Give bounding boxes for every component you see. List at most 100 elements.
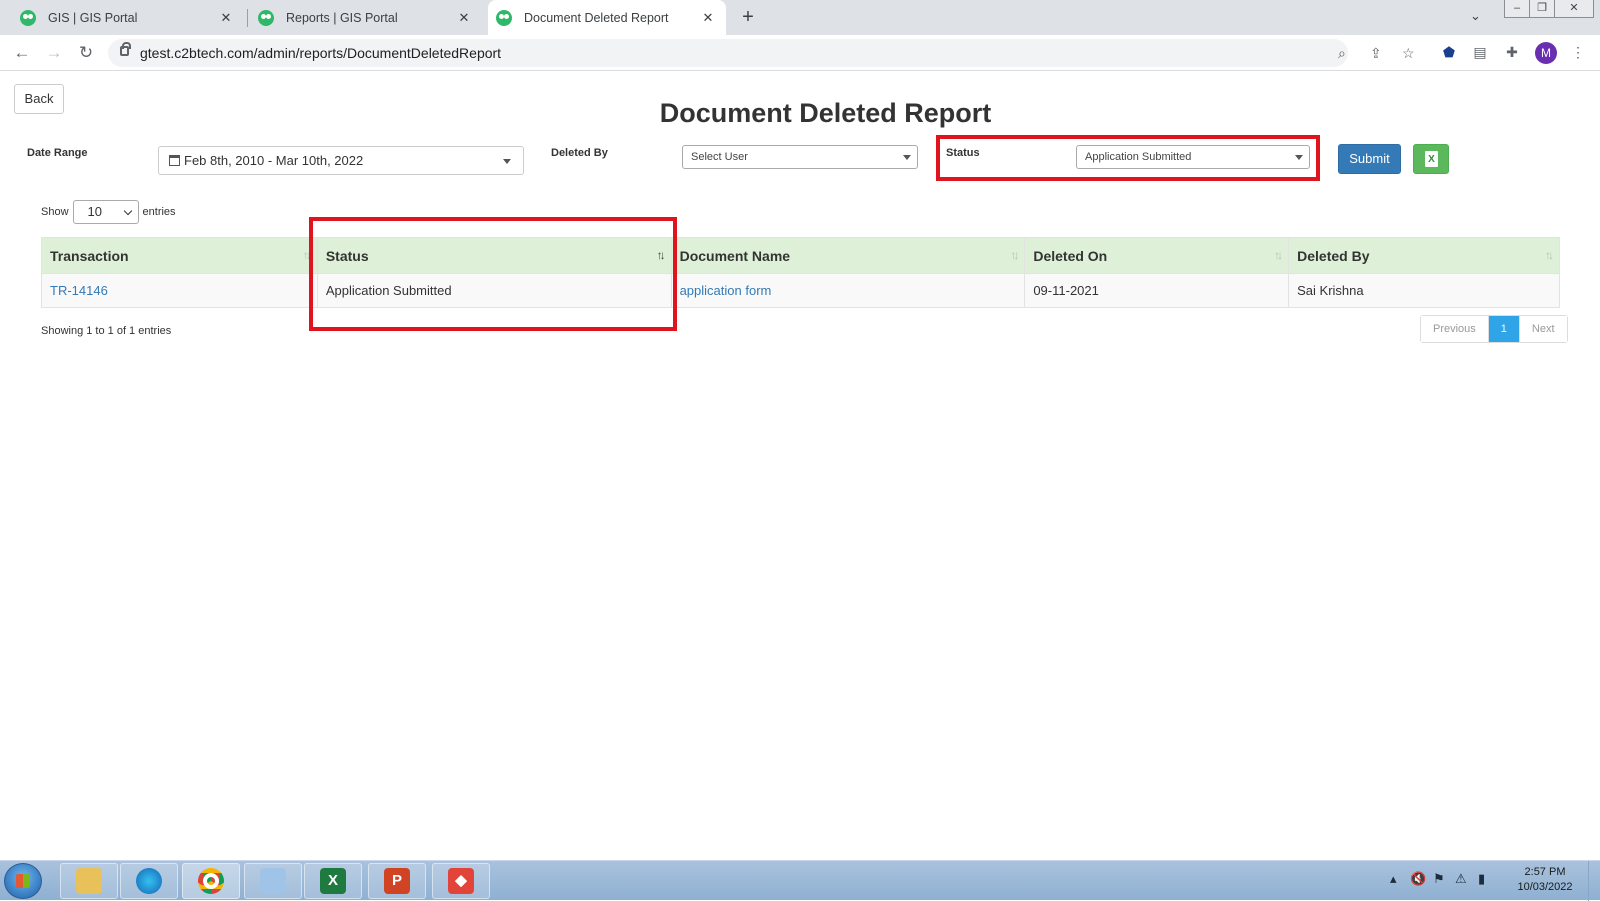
page-1-button[interactable]: 1 <box>1488 316 1519 342</box>
tab-reports[interactable]: Reports | GIS Portal ✕ <box>250 0 482 35</box>
table-info: Showing 1 to 1 of 1 entries <box>41 325 172 337</box>
clipboard-extension-icon[interactable]: ▤ <box>1468 40 1492 64</box>
system-clock[interactable]: 2:57 PM 10/03/2022 <box>1505 865 1585 895</box>
taskbar-edge[interactable] <box>120 863 178 899</box>
date-range-picker[interactable]: Feb 8th, 2010 - Mar 10th, 2022 <box>158 146 524 175</box>
document-link[interactable]: application form <box>680 283 772 298</box>
tab-title: Document Deleted Report <box>524 10 669 25</box>
tray-expand-icon[interactable]: ▴ <box>1390 871 1397 887</box>
file-explorer-icon <box>76 868 102 894</box>
taskbar-excel[interactable]: X <box>304 863 362 899</box>
reload-icon[interactable]: ↻ <box>74 41 98 65</box>
bookmark-star-icon[interactable]: ☆ <box>1402 45 1415 62</box>
page-title: Document Deleted Report <box>659 98 992 128</box>
caret-down-icon <box>903 155 911 160</box>
network-warning-icon[interactable]: ⚠ <box>1455 871 1467 887</box>
volume-muted-icon[interactable]: 🔇 <box>1410 871 1426 887</box>
sort-icon: ↑↓ <box>1545 248 1554 262</box>
forward-arrow-icon[interactable]: → <box>42 41 66 65</box>
status-select-value: Application Submitted <box>1085 151 1192 163</box>
deleted-documents-table: Transaction ↑↓ Status ↑↓ Document Name ↑↓ D… <box>41 237 1560 308</box>
share-icon[interactable]: ⇪ <box>1370 45 1382 62</box>
show-label: Show <box>41 206 69 218</box>
action-center-icon[interactable]: ⚑ <box>1433 871 1445 887</box>
submit-button[interactable]: Submit <box>1338 144 1401 174</box>
powerpoint-icon: P <box>384 868 410 894</box>
deleted-by-select[interactable]: Select User <box>682 145 918 169</box>
date-range-value: Feb 8th, 2010 - Mar 10th, 2022 <box>184 153 364 168</box>
tab-document-deleted-report[interactable]: Document Deleted Report ✕ <box>488 0 726 35</box>
browser-tab-strip: GIS | GIS Portal ✕ Reports | GIS Portal … <box>0 0 1600 35</box>
document-name-cell: application form <box>670 273 1026 308</box>
excel-icon: X <box>1425 151 1438 167</box>
new-tab-button[interactable]: + <box>736 4 760 30</box>
entries-per-page-select[interactable]: 10 <box>72 200 139 224</box>
show-entries-control: Show 10 entries <box>41 200 176 224</box>
signal-icon[interactable]: ▮ <box>1478 871 1485 887</box>
deleted-by-label: Deleted By <box>551 147 608 159</box>
clock-date: 10/03/2022 <box>1517 881 1573 893</box>
profile-avatar[interactable]: M <box>1535 42 1557 64</box>
taskbar-powerpoint[interactable]: P <box>368 863 426 899</box>
windows-taskbar: X P ◆ ▴ 🔇 ⚑ ⚠ ▮ 2:57 PM 10/03/2022 <box>0 860 1600 901</box>
taskbar-file-explorer[interactable] <box>60 863 118 899</box>
column-header-deleted-by[interactable]: Deleted By ↑↓ <box>1288 237 1560 274</box>
calendar-icon <box>169 155 180 166</box>
column-header-document-name[interactable]: Document Name ↑↓ <box>670 237 1026 274</box>
caret-down-icon <box>1295 155 1303 160</box>
header-label: Deleted On <box>1033 247 1108 264</box>
back-arrow-icon[interactable]: ← <box>10 41 34 65</box>
tab-gis-portal[interactable]: GIS | GIS Portal ✕ <box>12 0 244 35</box>
browser-menu-icon[interactable]: ⋮ <box>1566 40 1590 64</box>
gis-favicon-icon <box>258 9 274 26</box>
gis-favicon-icon <box>496 9 512 26</box>
tab-search-chevron-icon[interactable]: ⌄ <box>1470 8 1481 24</box>
caret-down-icon <box>503 159 511 164</box>
start-button[interactable] <box>4 863 42 899</box>
restore-window-button[interactable]: ❐ <box>1529 0 1555 18</box>
page-content: Back Document Deleted Report Date Range … <box>0 72 1600 860</box>
status-filter-label: Status <box>946 147 980 159</box>
sort-icon: ↑↓ <box>1010 248 1019 262</box>
header-label: Transaction <box>50 247 129 264</box>
tab-separator <box>247 9 248 27</box>
taskbar-git[interactable]: ◆ <box>432 863 490 899</box>
transaction-cell: TR-14146 <box>41 273 318 308</box>
table-row: TR-14146 Application Submitted applicati… <box>41 273 1560 308</box>
tab-title: GIS | GIS Portal <box>48 10 138 25</box>
header-label: Deleted By <box>1297 247 1370 264</box>
close-tab-icon[interactable]: ✕ <box>216 10 236 26</box>
minimize-window-button[interactable]: – <box>1504 0 1530 18</box>
chrome-icon <box>198 868 224 894</box>
excel-icon: X <box>320 868 346 894</box>
taskbar-chrome[interactable] <box>182 863 240 899</box>
column-header-transaction[interactable]: Transaction ↑↓ <box>41 237 318 274</box>
puzzle-extensions-icon[interactable]: ✚ <box>1500 40 1524 64</box>
next-page-button[interactable]: Next <box>1518 316 1567 342</box>
close-tab-icon[interactable]: ✕ <box>454 10 474 26</box>
export-excel-button[interactable]: X <box>1413 144 1449 174</box>
column-header-deleted-on[interactable]: Deleted On ↑↓ <box>1024 237 1290 274</box>
address-bar[interactable]: gtest.c2btech.com/admin/reports/Document… <box>108 39 1415 67</box>
tab-title: Reports | GIS Portal <box>286 10 398 25</box>
edge-icon <box>136 868 162 894</box>
gis-favicon-icon <box>20 9 36 26</box>
browser-toolbar: ← → ↻ gtest.c2btech.com/admin/reports/Do… <box>0 35 1600 71</box>
close-window-button[interactable]: ✕ <box>1554 0 1594 18</box>
show-desktop-button[interactable] <box>1588 861 1600 901</box>
zoom-icon[interactable]: ⌕ <box>1338 45 1346 62</box>
deleted-on-cell: 09-11-2021 <box>1024 273 1290 308</box>
transaction-link[interactable]: TR-14146 <box>50 283 108 298</box>
sort-icon: ↑↓ <box>302 248 312 262</box>
status-select[interactable]: Application Submitted <box>1076 145 1310 169</box>
table-header-row: Transaction ↑↓ Status ↑↓ Document Name ↑↓ D… <box>41 237 1560 274</box>
close-tab-icon[interactable]: ✕ <box>698 10 718 26</box>
previous-page-button[interactable]: Previous <box>1421 316 1489 342</box>
entries-label: entries <box>142 206 176 218</box>
pagination: Previous 1 Next <box>1420 315 1568 343</box>
extension-shield-icon[interactable]: ⬟ <box>1437 40 1461 64</box>
deleted-by-cell: Sai Krishna <box>1288 273 1560 308</box>
url-text: gtest.c2btech.com/admin/reports/Document… <box>140 45 502 61</box>
date-range-label: Date Range <box>27 147 88 159</box>
taskbar-notepad[interactable] <box>244 863 302 899</box>
